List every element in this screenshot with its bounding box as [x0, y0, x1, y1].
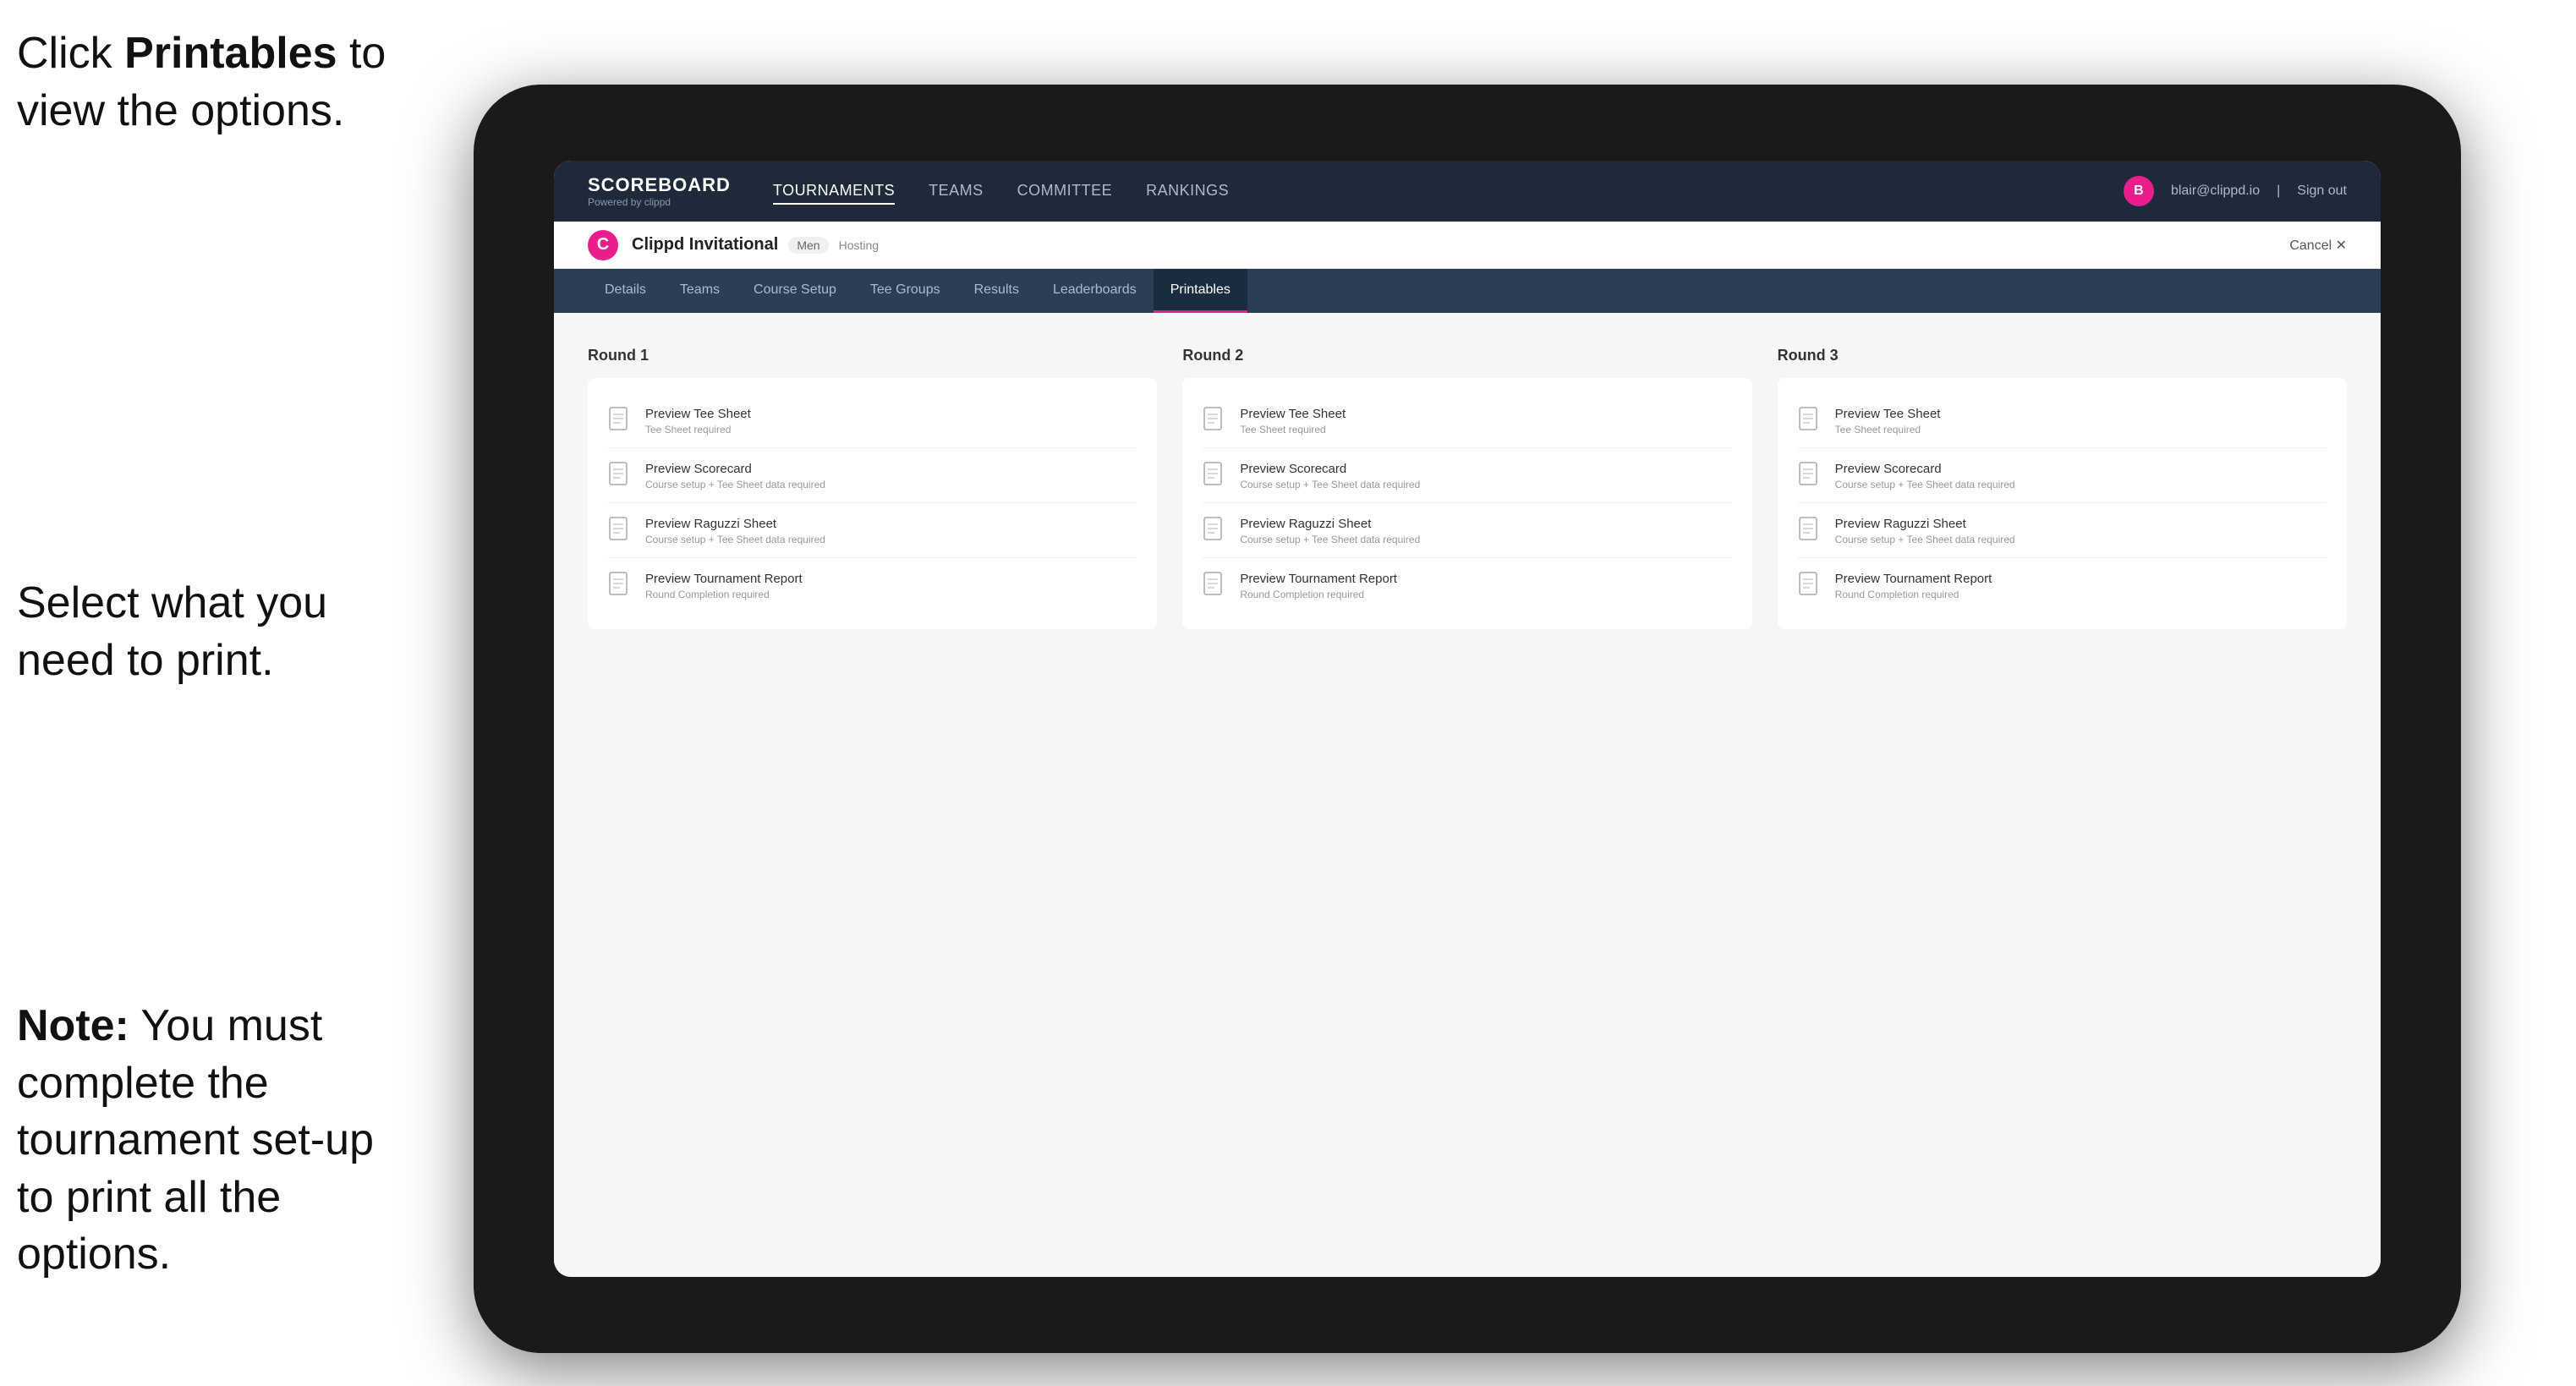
round-1-scorecard-title: Preview Scorecard — [645, 462, 825, 476]
doc-icon-r3-1 — [1798, 407, 1822, 434]
round-1-section: Round 1 — [588, 347, 1157, 629]
round-1-report-title: Preview Tournament Report — [645, 572, 803, 586]
round-3-tee-sheet[interactable]: Preview Tee Sheet Tee Sheet required — [1798, 395, 2327, 448]
round-1-raguzzi-sub: Course setup + Tee Sheet data required — [645, 534, 825, 545]
round-3-scorecard-sub: Course setup + Tee Sheet data required — [1835, 479, 2015, 490]
printables-bold: Printables — [124, 29, 337, 78]
round-3-tee-sheet-title: Preview Tee Sheet — [1835, 407, 1941, 421]
tab-tee-groups[interactable]: Tee Groups — [853, 269, 957, 313]
round-2-card: Preview Tee Sheet Tee Sheet required Pre… — [1182, 378, 1751, 629]
round-1-report-sub: Round Completion required — [645, 589, 803, 600]
doc-icon-r2-4 — [1203, 572, 1226, 599]
round-3-raguzzi[interactable]: Preview Raguzzi Sheet Course setup + Tee… — [1798, 505, 2327, 558]
tournament-bar: C Clippd Invitational Men Hosting Cancel… — [554, 222, 2381, 269]
round-2-title: Round 2 — [1182, 347, 1751, 364]
tablet: SCOREBOARD Powered by clippd TOURNAMENTS… — [474, 85, 2461, 1353]
round-1-tee-sheet-title: Preview Tee Sheet — [645, 407, 751, 421]
tournament-name: Clippd Invitational — [632, 235, 778, 255]
tab-results[interactable]: Results — [957, 269, 1036, 313]
round-3-report-sub: Round Completion required — [1835, 589, 1992, 600]
doc-icon-r3-2 — [1798, 462, 1822, 489]
round-3-report-title: Preview Tournament Report — [1835, 572, 1992, 586]
round-2-scorecard-title: Preview Scorecard — [1240, 462, 1420, 476]
round-2-tournament-report[interactable]: Preview Tournament Report Round Completi… — [1203, 560, 1731, 612]
round-3-raguzzi-title: Preview Raguzzi Sheet — [1835, 517, 2015, 531]
cancel-button[interactable]: Cancel ✕ — [2289, 237, 2347, 254]
round-2-raguzzi[interactable]: Preview Raguzzi Sheet Course setup + Tee… — [1203, 505, 1731, 558]
sign-out-link[interactable]: Sign out — [2297, 184, 2347, 199]
round-2-scorecard-sub: Course setup + Tee Sheet data required — [1240, 479, 1420, 490]
tournament-logo: C — [588, 230, 618, 260]
doc-icon-r2-1 — [1203, 407, 1226, 434]
tab-course-setup[interactable]: Course Setup — [737, 269, 853, 313]
top-nav-right: B blair@clippd.io | Sign out — [2124, 176, 2347, 206]
rounds-grid: Round 1 — [588, 347, 2347, 629]
round-1-card: Preview Tee Sheet Tee Sheet required — [588, 378, 1157, 629]
round-1-tee-sheet-text: Preview Tee Sheet Tee Sheet required — [645, 407, 751, 436]
round-3-scorecard-title: Preview Scorecard — [1835, 462, 2015, 476]
top-nav-links: TOURNAMENTS TEAMS COMMITTEE RANKINGS — [773, 178, 2124, 205]
scoreboard-sub: Powered by clippd — [588, 196, 731, 208]
round-1-tee-sheet-sub: Tee Sheet required — [645, 424, 751, 436]
tournament-status: Hosting — [839, 238, 879, 252]
round-2-raguzzi-title: Preview Raguzzi Sheet — [1240, 517, 1420, 531]
separator: | — [2277, 184, 2280, 199]
round-2-raguzzi-sub: Course setup + Tee Sheet data required — [1240, 534, 1420, 545]
round-3-tournament-report[interactable]: Preview Tournament Report Round Completi… — [1798, 560, 2327, 612]
round-1-report-text: Preview Tournament Report Round Completi… — [645, 572, 803, 600]
tab-teams[interactable]: Teams — [663, 269, 737, 313]
note-bold: Note: — [17, 1001, 129, 1050]
document-icon-4 — [608, 572, 632, 599]
user-email: blair@clippd.io — [2171, 184, 2260, 199]
sub-nav: Details Teams Course Setup Tee Groups Re… — [554, 269, 2381, 313]
round-1-scorecard[interactable]: Preview Scorecard Course setup + Tee She… — [608, 450, 1137, 503]
round-1-tee-sheet[interactable]: Preview Tee Sheet Tee Sheet required — [608, 395, 1137, 448]
main-content: Round 1 — [554, 313, 2381, 1277]
round-1-raguzzi-text: Preview Raguzzi Sheet Course setup + Tee… — [645, 517, 825, 545]
round-3-card: Preview Tee Sheet Tee Sheet required Pre… — [1778, 378, 2347, 629]
tab-details[interactable]: Details — [588, 269, 663, 313]
tablet-screen: SCOREBOARD Powered by clippd TOURNAMENTS… — [554, 161, 2381, 1277]
round-2-tee-sheet[interactable]: Preview Tee Sheet Tee Sheet required — [1203, 395, 1731, 448]
round-1-raguzzi-title: Preview Raguzzi Sheet — [645, 517, 825, 531]
top-nav: SCOREBOARD Powered by clippd TOURNAMENTS… — [554, 161, 2381, 222]
document-icon — [608, 407, 632, 434]
round-2-report-title: Preview Tournament Report — [1240, 572, 1397, 586]
user-avatar: B — [2124, 176, 2154, 206]
nav-link-committee[interactable]: COMMITTEE — [1017, 178, 1113, 205]
round-2-tee-sheet-title: Preview Tee Sheet — [1240, 407, 1346, 421]
round-2-report-sub: Round Completion required — [1240, 589, 1397, 600]
tab-printables[interactable]: Printables — [1154, 269, 1247, 313]
nav-link-teams[interactable]: TEAMS — [929, 178, 984, 205]
round-1-raguzzi[interactable]: Preview Raguzzi Sheet Course setup + Tee… — [608, 505, 1137, 558]
round-2-section: Round 2 Preview Tee Sheet Tee Sheet requ… — [1182, 347, 1751, 629]
nav-link-tournaments[interactable]: TOURNAMENTS — [773, 178, 895, 205]
instruction-top: Click Printables toview the options. — [17, 25, 386, 140]
document-icon-2 — [608, 462, 632, 489]
scoreboard-brand: SCOREBOARD Powered by clippd — [588, 174, 731, 208]
tournament-badge: Men — [788, 237, 828, 254]
doc-icon-r2-3 — [1203, 517, 1226, 544]
scoreboard-title: SCOREBOARD — [588, 174, 731, 196]
round-3-title: Round 3 — [1778, 347, 2347, 364]
round-3-section: Round 3 Preview Tee Sheet Tee Sheet requ… — [1778, 347, 2347, 629]
doc-icon-r3-4 — [1798, 572, 1822, 599]
round-1-scorecard-sub: Course setup + Tee Sheet data required — [645, 479, 825, 490]
doc-icon-r3-3 — [1798, 517, 1822, 544]
instruction-middle: Select what youneed to print. — [17, 575, 327, 689]
round-1-title: Round 1 — [588, 347, 1157, 364]
round-1-scorecard-text: Preview Scorecard Course setup + Tee She… — [645, 462, 825, 490]
round-2-tee-sheet-sub: Tee Sheet required — [1240, 424, 1346, 436]
nav-link-rankings[interactable]: RANKINGS — [1146, 178, 1229, 205]
tab-leaderboards[interactable]: Leaderboards — [1036, 269, 1154, 313]
doc-icon-r2-2 — [1203, 462, 1226, 489]
instruction-bottom: Note: You mustcomplete thetournament set… — [17, 998, 423, 1284]
round-3-scorecard[interactable]: Preview Scorecard Course setup + Tee She… — [1798, 450, 2327, 503]
round-2-scorecard[interactable]: Preview Scorecard Course setup + Tee She… — [1203, 450, 1731, 503]
document-icon-3 — [608, 517, 632, 544]
round-3-tee-sheet-sub: Tee Sheet required — [1835, 424, 1941, 436]
round-3-raguzzi-sub: Course setup + Tee Sheet data required — [1835, 534, 2015, 545]
round-1-tournament-report[interactable]: Preview Tournament Report Round Completi… — [608, 560, 1137, 612]
